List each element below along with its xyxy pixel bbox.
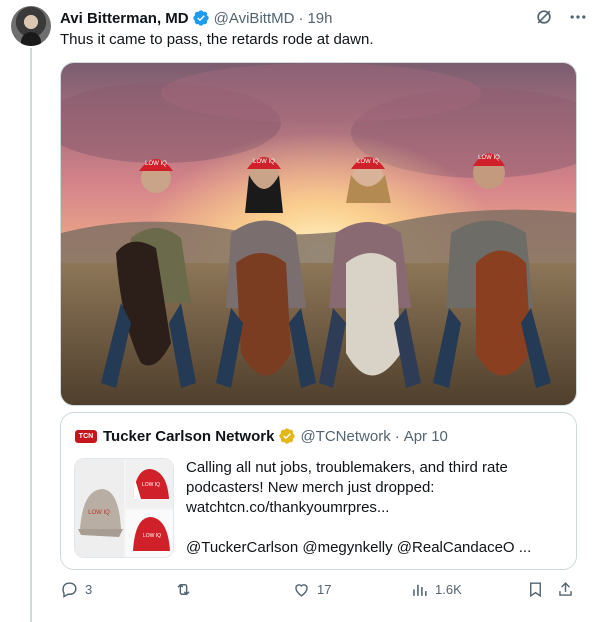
share-icon xyxy=(559,582,572,596)
quote-header: TCN Tucker Carlson Network @TCNetwork · … xyxy=(75,427,448,445)
thumb-cap-text-1: LOW IQ xyxy=(88,510,110,516)
quote-thumbnail[interactable]: LOW IQ LOW IQ LOW IQ xyxy=(74,458,174,558)
quote-author-name[interactable]: Tucker Carlson Network xyxy=(103,428,274,445)
quote-separator: · xyxy=(394,427,400,445)
retweet-icon xyxy=(177,583,190,596)
cap-text-1: LOW IQ xyxy=(145,161,167,167)
quote-date[interactable]: Apr 10 xyxy=(404,428,448,445)
quote-text: Calling all nut jobs, troublemakers, and… xyxy=(186,459,532,556)
more-options-icon[interactable] xyxy=(568,7,588,27)
thread-line xyxy=(30,48,32,622)
reply-count: 3 xyxy=(85,582,93,597)
thumb-cap-text-3: LOW IQ xyxy=(143,533,161,539)
tweet-header: Avi Bitterman, MD @AviBittMD · 19h xyxy=(60,7,580,29)
like-button[interactable]: 17 xyxy=(292,580,331,599)
share-button[interactable] xyxy=(556,580,575,599)
verified-badge-icon xyxy=(192,10,209,26)
tcn-logo-icon: TCN xyxy=(75,429,97,443)
like-count: 17 xyxy=(317,582,332,597)
views-count: 1.6K xyxy=(435,582,462,597)
quoted-tweet[interactable]: TCN Tucker Carlson Network @TCNetwork · … xyxy=(60,412,577,570)
views-button[interactable]: 1.6K xyxy=(410,580,462,599)
avatar[interactable] xyxy=(11,6,51,46)
heart-icon xyxy=(295,584,308,597)
bookmark-icon xyxy=(530,582,541,598)
thumb-cap-text-2: LOW IQ xyxy=(142,482,160,488)
timestamp[interactable]: 19h xyxy=(307,10,332,27)
cowboys-on-horses-image: LOW IQ LOW IQ LOW IQ LOW IQ xyxy=(61,63,576,405)
cap-text-2: LOW IQ xyxy=(253,159,275,165)
views-chart-icon xyxy=(413,584,427,596)
header-actions xyxy=(534,7,588,27)
author-handle[interactable]: @AviBittMD xyxy=(214,10,295,27)
grok-icon[interactable] xyxy=(534,7,554,27)
retweet-button[interactable] xyxy=(174,580,199,599)
gold-verified-badge-icon xyxy=(279,428,296,444)
reply-icon xyxy=(62,582,77,598)
bookmark-button[interactable] xyxy=(526,580,545,599)
tweet-text: Thus it came to pass, the retards rode a… xyxy=(60,31,374,48)
action-bar: 3 17 1.6K xyxy=(60,580,577,604)
reply-button[interactable]: 3 xyxy=(60,580,92,599)
quote-author-handle[interactable]: @TCNetwork xyxy=(300,428,390,445)
cap-text-3: LOW IQ xyxy=(357,159,379,165)
cap-text-4: LOW IQ xyxy=(478,155,500,161)
separator: · xyxy=(298,9,304,27)
tweet-image[interactable]: LOW IQ LOW IQ LOW IQ LOW IQ xyxy=(60,62,577,406)
author-name[interactable]: Avi Bitterman, MD xyxy=(60,10,189,27)
